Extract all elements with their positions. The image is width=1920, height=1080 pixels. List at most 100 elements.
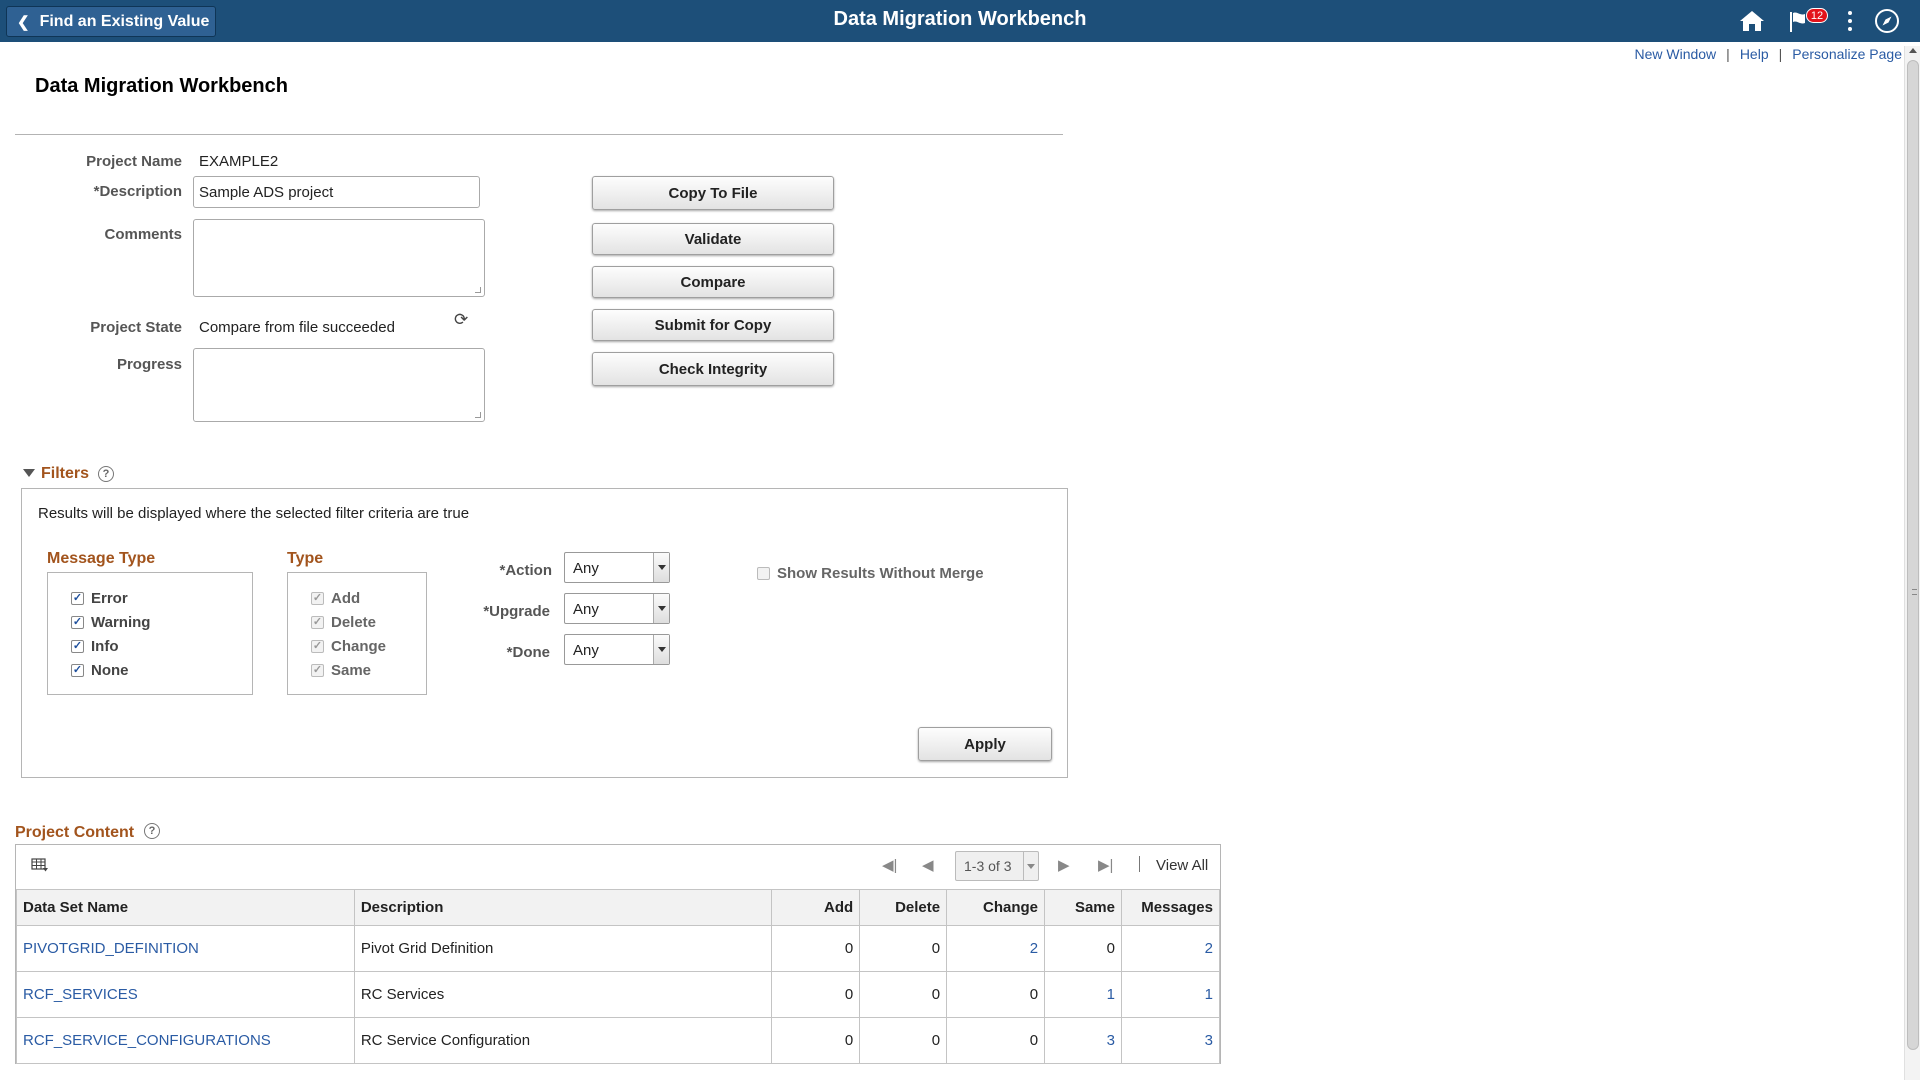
messages-count-link[interactable]: 3 — [1205, 1032, 1213, 1049]
table-cell: 0 — [946, 971, 1046, 1018]
next-page-icon[interactable]: ▶ — [1058, 856, 1070, 874]
resize-handle[interactable] — [475, 287, 481, 293]
same-count-link[interactable]: 3 — [1107, 1032, 1115, 1049]
table-cell: RC Services — [353, 971, 773, 1018]
table-cell: RC Service Configuration — [353, 1017, 773, 1064]
column-header[interactable]: Description — [353, 889, 773, 926]
dropdown-arrow-icon — [653, 553, 669, 582]
show-without-merge-checkbox[interactable]: Show Results Without Merge — [757, 565, 984, 582]
help-link[interactable]: Help — [1740, 46, 1769, 62]
new-window-link[interactable]: New Window — [1634, 46, 1716, 62]
column-header[interactable]: Data Set Name — [16, 889, 355, 926]
upgrade-select[interactable]: Any — [564, 593, 670, 624]
checkbox-checked-icon: ✓ — [71, 616, 84, 629]
filters-header[interactable]: Filters — [41, 465, 89, 483]
checkbox-checked-icon: ✓ — [311, 664, 324, 677]
change-count-link[interactable]: 2 — [1030, 940, 1038, 957]
checkbox-checked-icon: ✓ — [311, 616, 324, 629]
grid-personalize-icon[interactable] — [31, 857, 49, 878]
table-cell: 0 — [1044, 925, 1122, 972]
table-cell: 0 — [946, 1017, 1046, 1064]
delete-checkbox: ✓ Delete — [311, 614, 377, 631]
filters-hint: Results will be displayed where the sele… — [38, 505, 470, 522]
compare-button[interactable]: Compare — [592, 266, 834, 298]
page-links: New Window | Help | Personalize Page — [1634, 46, 1902, 62]
home-icon[interactable] — [1738, 8, 1766, 34]
progress-label: Progress — [116, 356, 182, 373]
navbar-compass-icon[interactable] — [1870, 8, 1904, 34]
validate-button[interactable]: Validate — [592, 223, 834, 255]
scroll-up-arrow[interactable] — [1909, 48, 1917, 53]
table-cell: 0 — [771, 1017, 861, 1064]
data-set-name-link[interactable]: RCF_SERVICES — [23, 986, 138, 1003]
same-count-link[interactable]: 1 — [1107, 986, 1115, 1003]
warning-checkbox[interactable]: ✓ Warning — [71, 614, 150, 631]
messages-count-link[interactable]: 2 — [1205, 940, 1213, 957]
project-content-help-icon[interactable]: ? — [144, 823, 160, 839]
none-checkbox[interactable]: ✓ None — [71, 662, 129, 679]
data-set-name-link[interactable]: RCF_SERVICE_CONFIGURATIONS — [23, 1032, 271, 1049]
page-range-select[interactable]: 1-3 of 3 — [955, 851, 1039, 881]
submit-for-copy-button[interactable]: Submit for Copy — [592, 309, 834, 341]
check-integrity-button[interactable]: Check Integrity — [592, 352, 834, 386]
banner-title: Data Migration Workbench — [833, 8, 1087, 30]
info-checkbox[interactable]: ✓ Info — [71, 638, 119, 655]
column-header[interactable]: Delete — [859, 889, 948, 926]
filters-help-icon[interactable]: ? — [98, 466, 114, 482]
table-cell: 0 — [859, 1017, 948, 1064]
scroll-thumb[interactable] — [1907, 60, 1919, 1050]
checkbox-checked-icon: ✓ — [71, 664, 84, 677]
link-separator: | — [1726, 46, 1730, 62]
checkbox-checked-icon: ✓ — [71, 640, 84, 653]
project-state-label: Project State — [90, 319, 182, 336]
table-cell: 0 — [771, 925, 861, 972]
notification-count-badge: 12 — [1806, 8, 1828, 23]
more-options-icon[interactable] — [1842, 8, 1858, 34]
back-button[interactable]: ❮ Find an Existing Value — [6, 6, 216, 37]
table-header-row: Data Set Name Description Add Delete Cha… — [16, 889, 1221, 926]
dropdown-arrow-icon — [653, 594, 669, 623]
view-all-link[interactable]: View All — [1156, 857, 1208, 874]
first-page-icon[interactable]: ◀​| — [882, 856, 897, 874]
done-select[interactable]: Any — [564, 634, 670, 665]
resize-handle[interactable] — [475, 412, 481, 418]
action-select[interactable]: Any — [564, 552, 670, 583]
notifications-button[interactable]: 12 — [1787, 8, 1828, 34]
refresh-icon[interactable]: ⟳ — [454, 310, 468, 330]
description-input[interactable] — [193, 176, 480, 208]
progress-textarea[interactable] — [193, 348, 485, 422]
collapse-triangle-icon[interactable] — [23, 469, 35, 477]
column-header[interactable]: Same — [1044, 889, 1122, 926]
table-row: RCF_SERVICES RC Services 0 0 0 1 1 — [16, 971, 1221, 1018]
table-cell: Pivot Grid Definition — [353, 925, 773, 972]
title-divider — [15, 134, 1063, 135]
type-title: Type — [287, 550, 324, 567]
add-checkbox: ✓ Add — [311, 590, 361, 607]
table-cell: 0 — [771, 971, 861, 1018]
copy-to-file-button[interactable]: Copy To File — [592, 176, 834, 210]
table-cell: 0 — [859, 925, 948, 972]
error-checkbox[interactable]: ✓ Error — [71, 590, 128, 607]
chevron-left-icon: ❮ — [17, 13, 30, 31]
vertical-scrollbar[interactable] — [1904, 46, 1920, 1080]
messages-count-link[interactable]: 1 — [1205, 986, 1213, 1003]
column-header[interactable]: Messages — [1120, 889, 1221, 926]
column-header[interactable]: Add — [771, 889, 861, 926]
checkbox-unchecked-icon — [757, 567, 770, 580]
change-checkbox: ✓ Change — [311, 638, 387, 655]
apply-button[interactable]: Apply — [918, 727, 1052, 761]
last-page-icon[interactable]: ▶| — [1098, 856, 1113, 874]
table-cell: 0 — [859, 971, 948, 1018]
dropdown-arrow-icon — [653, 635, 669, 664]
personalize-page-link[interactable]: Personalize Page — [1792, 46, 1902, 62]
checkbox-checked-icon: ✓ — [311, 592, 324, 605]
app-banner: ❮ Find an Existing Value Data Migration … — [0, 0, 1920, 42]
data-set-name-link[interactable]: PIVOTGRID_DEFINITION — [23, 940, 199, 957]
project-content-header: Project Content — [15, 824, 135, 841]
dropdown-arrow-icon — [1023, 852, 1038, 880]
project-name-value: EXAMPLE2 — [199, 153, 279, 170]
previous-page-icon[interactable]: ◀ — [922, 856, 934, 874]
comments-textarea[interactable] — [193, 219, 485, 297]
same-checkbox: ✓ Same — [311, 662, 372, 679]
column-header[interactable]: Change — [946, 889, 1046, 926]
